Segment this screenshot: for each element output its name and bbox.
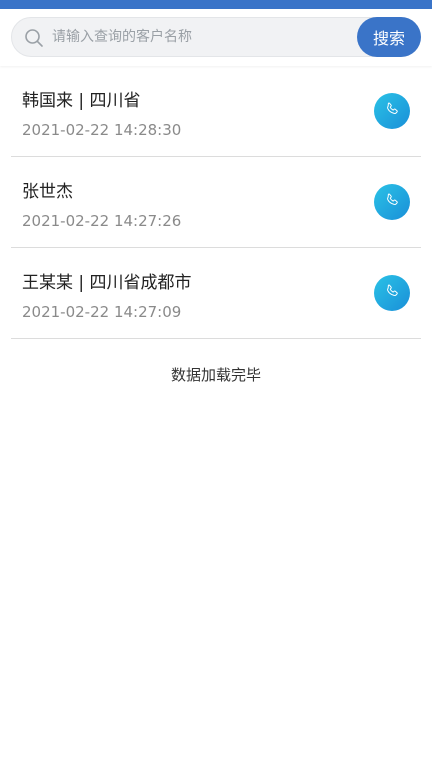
list-item[interactable]: 张世杰 2021-02-22 14:27:26: [11, 157, 421, 248]
customer-name: 张世杰: [22, 182, 73, 202]
timestamp: 2021-02-22 14:27:26: [22, 212, 182, 230]
search-button[interactable]: 搜索: [357, 17, 421, 57]
list-item[interactable]: 韩国来 | 四川省 2021-02-22 14:28:30: [11, 66, 421, 157]
timestamp: 2021-02-22 14:28:30: [22, 121, 182, 139]
search-input[interactable]: [52, 18, 352, 56]
search-icon: [24, 28, 44, 48]
load-complete-status: 数据加载完毕: [170, 366, 261, 384]
call-button[interactable]: [374, 93, 410, 129]
phone-icon: [384, 283, 400, 303]
call-button[interactable]: [374, 275, 410, 311]
search-box: 搜索: [11, 17, 421, 57]
list-item[interactable]: 王某某 | 四川省成都市 2021-02-22 14:27:09: [11, 248, 421, 339]
phone-icon: [384, 101, 400, 121]
customer-name: 王某某 | 四川省成都市: [22, 273, 192, 293]
timestamp: 2021-02-22 14:27:09: [22, 303, 182, 321]
customer-name: 韩国来 | 四川省: [22, 91, 141, 111]
search-bar: 搜索: [0, 9, 432, 66]
phone-icon: [384, 192, 400, 212]
top-status-bar: [0, 0, 432, 9]
customer-list: 韩国来 | 四川省 2021-02-22 14:28:30 张世杰 2021-0…: [0, 66, 432, 339]
call-button[interactable]: [374, 184, 410, 220]
